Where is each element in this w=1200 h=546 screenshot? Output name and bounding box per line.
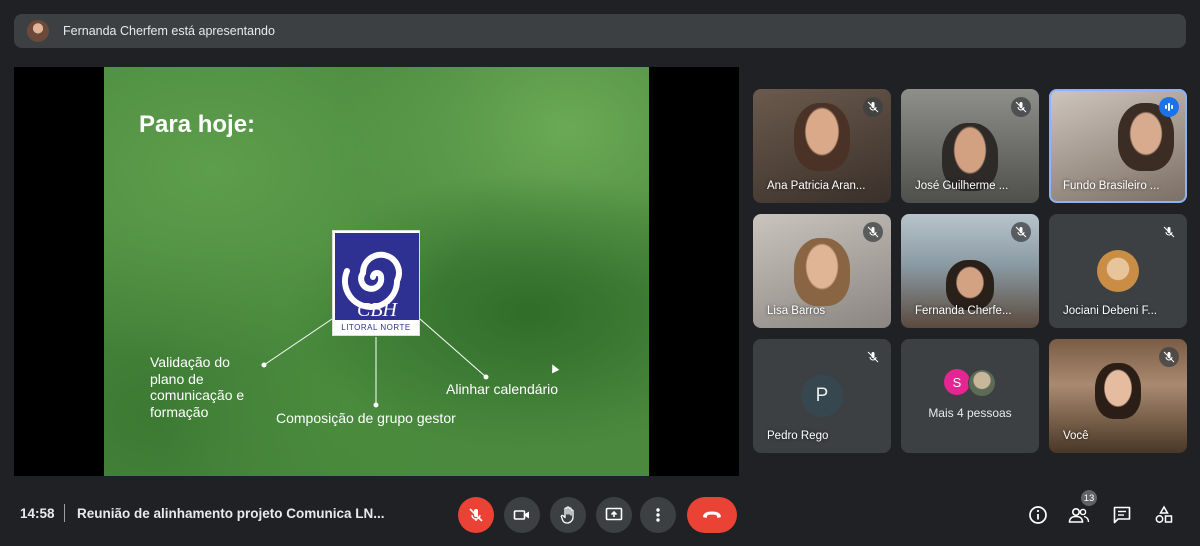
slide-item-validacao: Validação do plano de comunicação e form… bbox=[150, 354, 245, 420]
participant-name: José Guilherme ... bbox=[915, 180, 1009, 192]
participant-name: Você bbox=[1063, 430, 1089, 442]
chat-icon bbox=[1113, 506, 1131, 524]
hang-up-icon bbox=[703, 511, 721, 518]
people-icon bbox=[1068, 507, 1090, 523]
mic-off-icon bbox=[1011, 222, 1031, 242]
participant-name: Fundo Brasileiro ... bbox=[1063, 180, 1160, 192]
slide-item-composicao: Composição de grupo gestor bbox=[276, 410, 456, 426]
more-options-button[interactable] bbox=[640, 497, 676, 533]
presenting-banner: Fernanda Cherfem está apresentando bbox=[14, 14, 1186, 48]
activities-button[interactable] bbox=[1152, 503, 1176, 527]
meeting-time: 14:58 bbox=[20, 506, 55, 521]
participant-name: Ana Patricia Aran... bbox=[767, 180, 866, 192]
participant-tile-speaking[interactable]: Fundo Brasileiro ... bbox=[1049, 89, 1187, 203]
mic-off-icon bbox=[863, 222, 883, 242]
present-screen-button[interactable] bbox=[596, 497, 632, 533]
self-view-tile[interactable]: Você bbox=[1049, 339, 1187, 453]
mic-off-icon bbox=[1159, 222, 1179, 242]
participant-tile[interactable]: Ana Patricia Aran... bbox=[753, 89, 891, 203]
chat-button[interactable] bbox=[1110, 503, 1134, 527]
presentation-stage[interactable]: Para hoje: CBH LITORAL NORTE Validação d… bbox=[14, 67, 739, 476]
presenting-banner-text: Fernanda Cherfem está apresentando bbox=[63, 24, 275, 38]
presentation-slide: Para hoje: CBH LITORAL NORTE Validação d… bbox=[104, 67, 649, 476]
participant-tile[interactable]: José Guilherme ... bbox=[901, 89, 1039, 203]
info-icon bbox=[1029, 506, 1047, 524]
people-button[interactable] bbox=[1067, 503, 1091, 527]
participant-tile[interactable]: Jociani Debeni F... bbox=[1049, 214, 1187, 328]
participant-tile[interactable]: Fernanda Cherfe... bbox=[901, 214, 1039, 328]
raise-hand-button[interactable] bbox=[550, 497, 586, 533]
end-call-button[interactable] bbox=[687, 497, 737, 533]
participant-video bbox=[794, 238, 850, 306]
participant-avatar bbox=[1097, 250, 1139, 292]
participant-video bbox=[946, 260, 994, 310]
divider bbox=[64, 504, 65, 522]
camera-toggle-button[interactable] bbox=[504, 497, 540, 533]
present-screen-icon bbox=[605, 507, 623, 521]
participant-initial-avatar: P bbox=[801, 375, 843, 417]
logo-subtitle: LITORAL NORTE bbox=[333, 320, 419, 335]
logo-letters: CBH bbox=[357, 299, 399, 321]
mic-toggle-button[interactable] bbox=[458, 497, 494, 533]
more-avatar-photo bbox=[968, 369, 996, 397]
participant-tile[interactable]: P Pedro Rego bbox=[753, 339, 891, 453]
mic-off-icon bbox=[863, 347, 883, 367]
cbh-logo: CBH LITORAL NORTE bbox=[332, 230, 420, 336]
slide-item-alinhar: Alinhar calendário bbox=[446, 381, 559, 397]
mic-off-icon bbox=[1011, 97, 1031, 117]
camera-icon bbox=[513, 510, 529, 520]
more-avatar-initial: S bbox=[944, 369, 970, 395]
mic-off-icon bbox=[863, 97, 883, 117]
hand-icon bbox=[560, 506, 574, 524]
participant-name: Jociani Debeni F... bbox=[1063, 305, 1157, 317]
participant-name: Lisa Barros bbox=[767, 305, 826, 317]
more-vert-icon bbox=[656, 508, 660, 522]
meeting-title: Reunião de alinhamento projeto Comunica … bbox=[77, 506, 385, 521]
people-count-badge: 13 bbox=[1081, 490, 1097, 506]
participant-video bbox=[794, 103, 850, 171]
presenter-avatar bbox=[27, 20, 49, 42]
participant-name: Fernanda Cherfe... bbox=[915, 305, 1012, 317]
meeting-details-button[interactable] bbox=[1026, 503, 1050, 527]
bottom-control-bar: 14:58 Reunião de alinhamento projeto Com… bbox=[0, 490, 1200, 540]
activities-icon bbox=[1155, 505, 1173, 523]
participant-name: Pedro Rego bbox=[767, 430, 829, 442]
participant-tile[interactable]: Lisa Barros bbox=[753, 214, 891, 328]
cbh-spiral-icon: CBH bbox=[342, 251, 402, 321]
self-video bbox=[1095, 363, 1141, 419]
more-participants-label: Mais 4 pessoas bbox=[928, 406, 1012, 420]
mic-off-icon bbox=[1159, 347, 1179, 367]
mic-off-icon bbox=[469, 508, 483, 522]
speaking-indicator-icon bbox=[1159, 97, 1179, 117]
more-participants-tile[interactable]: S Mais 4 pessoas bbox=[901, 339, 1039, 453]
